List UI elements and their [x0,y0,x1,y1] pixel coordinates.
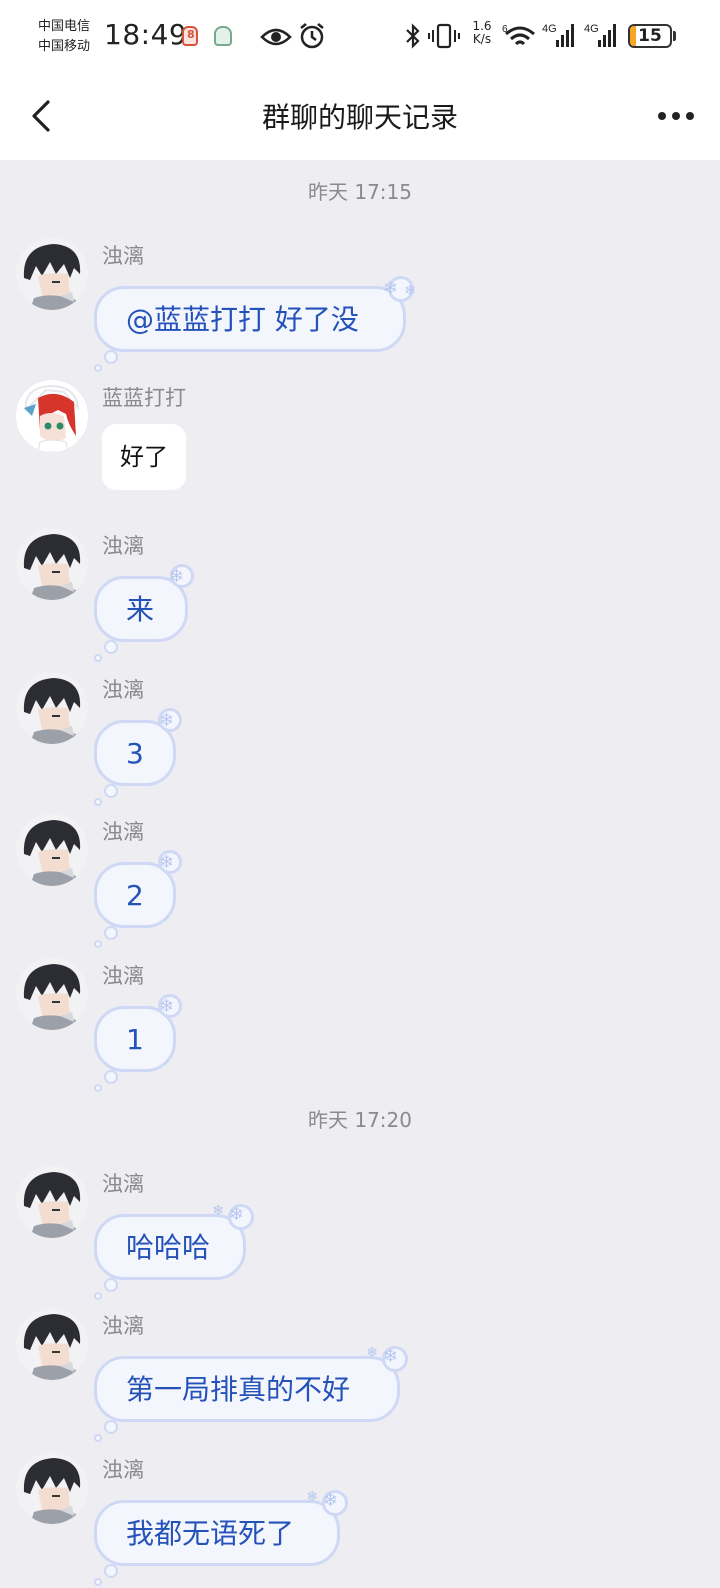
message-text: @蓝蓝打打 好了没 [126,303,359,336]
vibrate-icon [428,23,460,49]
message-text: 好了 [120,443,168,471]
snowflake-icon: ❄ [404,283,416,299]
page-title: 群聊的聊天记录 [261,101,458,134]
timestamp: 昨天 17:20 [308,1108,412,1132]
sender-name: 浊漓 [102,1458,144,1482]
title-bar: 群聊的聊天记录 [0,76,720,160]
message-text: 2 [126,879,144,912]
timestamp: 昨天 17:15 [308,180,412,204]
avatar[interactable] [16,814,88,886]
avatar-image [16,672,88,744]
more-button[interactable] [652,94,700,138]
avatar-image [16,814,88,886]
message-bubble[interactable]: ❄ ❄ 第一局排真的不好 [94,1345,408,1442]
svg-text:4G: 4G [542,23,557,35]
sender-name: 浊漓 [102,678,144,702]
message-text: 1 [126,1023,144,1056]
message-bubble[interactable]: ❄ 3 [94,708,182,806]
avatar[interactable] [16,380,88,452]
wifi-icon: 6 [502,24,535,46]
eye-icon [260,28,292,46]
message-bubble[interactable]: 好了 [102,424,186,490]
message-bubble[interactable]: ❄ 1 [94,994,182,1092]
message-text: 第一局排真的不好 [126,1373,351,1406]
avatar[interactable] [16,528,88,600]
sender-name: 浊漓 [102,244,144,268]
notification-app-icon-2 [214,26,232,46]
message-bubble[interactable]: ❄ ❄ @蓝蓝打打 好了没 [94,276,416,372]
cell-signal-icon: 4G [542,23,574,47]
avatar-image [16,1308,88,1380]
status-bar: 中国电信 中国移动 18:49 1.6 K/s 6 4G 4G [0,0,720,76]
avatar-image [16,528,88,600]
more-dots-icon [658,112,694,120]
message-text: 来 [126,593,155,626]
sender-name: 浊漓 [102,534,144,558]
chat-history[interactable]: 昨天 17:15 浊漓 ❄ ❄ @蓝蓝打打 好了没 蓝蓝打打 好了 浊漓 ❄ 来… [0,160,720,1588]
avatar-image [16,1452,88,1524]
cell-signal-icon-2: 4G [584,23,616,47]
carrier-labels: 中国电信 中国移动 [38,17,90,57]
avatar-image [16,958,88,1030]
avatar[interactable] [16,1452,88,1524]
sender-name: 蓝蓝打打 [102,386,186,410]
status-time: 18:49 [104,18,188,51]
message-bubble[interactable]: ❄ ❄ 我都无语死了 [94,1489,348,1586]
avatar[interactable] [16,672,88,744]
bluetooth-icon [406,23,420,49]
alarm-icon [300,23,324,49]
avatar[interactable] [16,1308,88,1380]
carrier-2: 中国移动 [38,39,91,54]
notification-app-icon [182,26,198,46]
carrier-1: 中国电信 [38,19,91,34]
avatar-image [16,1166,88,1238]
sender-name: 浊漓 [102,1172,144,1196]
message-bubble[interactable]: ❄ ❄ 哈哈哈 [94,1203,254,1300]
sender-name: 浊漓 [102,1314,144,1338]
avatar-image [16,380,88,452]
battery-indicator: 15 [628,24,672,48]
message-text: 哈哈哈 [126,1231,211,1264]
message-bubble[interactable]: ❄ 来 [94,564,194,662]
battery-level: 15 [638,26,662,46]
message-bubble[interactable]: ❄ 2 [94,850,182,948]
avatar[interactable] [16,958,88,1030]
message-text: 3 [126,737,144,770]
avatar[interactable] [16,1166,88,1238]
svg-text:4G: 4G [584,23,599,35]
message-text: 我都无语死了 [126,1517,295,1550]
avatar-image [16,238,88,310]
sender-name: 浊漓 [102,964,144,988]
network-speed: 1.6 K/s [472,19,492,46]
battery-cap [673,31,676,41]
avatar[interactable] [16,238,88,310]
sender-name: 浊漓 [102,820,144,844]
